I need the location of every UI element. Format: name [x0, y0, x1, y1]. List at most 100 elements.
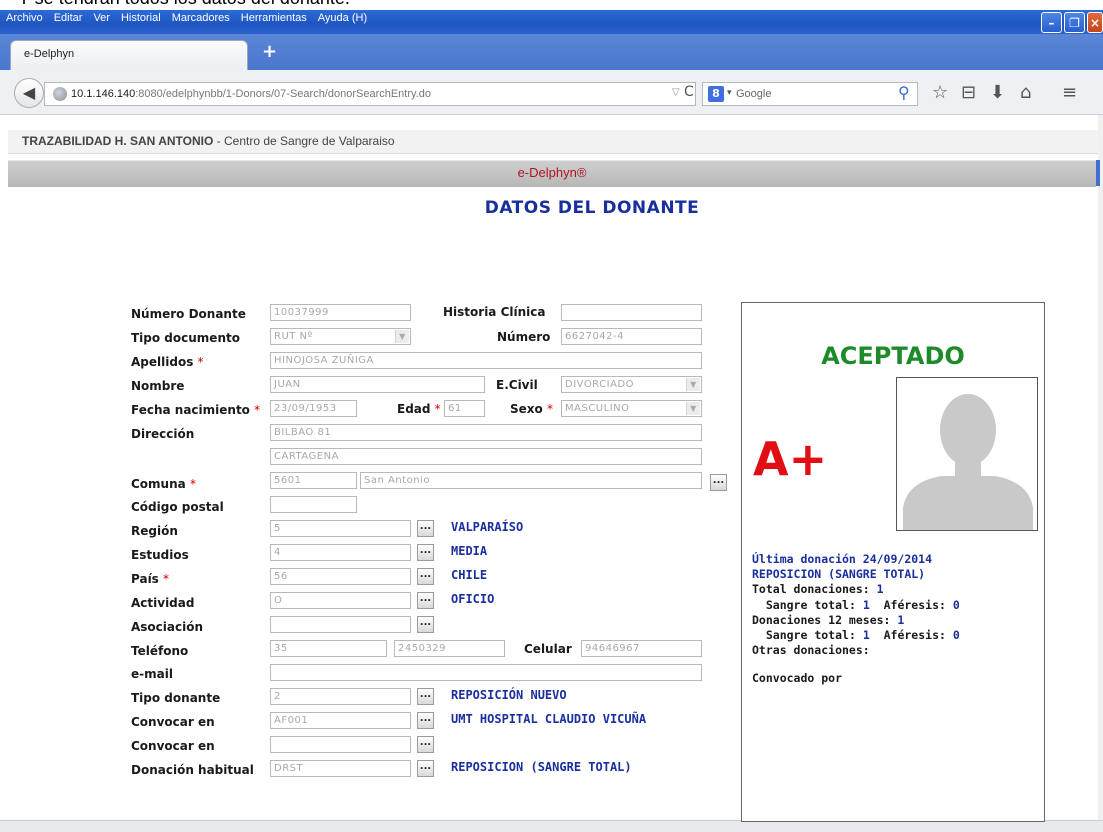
- magnifier-icon[interactable]: ⚲: [898, 83, 910, 102]
- menu-marcadores[interactable]: Marcadores: [172, 12, 230, 24]
- tipo-documento-select[interactable]: RUT Nº ▼: [270, 328, 411, 345]
- ecivil-select[interactable]: DIVORCIADO ▼: [561, 376, 702, 393]
- ultima-donacion-tipo: REPOSICION (SANGRE TOTAL): [752, 567, 926, 582]
- ultima-donacion: Última donación 24/09/2014: [752, 552, 933, 566]
- download-icon[interactable]: ⬇: [990, 82, 1005, 103]
- estudios-code-field[interactable]: 4: [270, 544, 411, 561]
- asociacion-lookup-button[interactable]: ...: [417, 616, 434, 633]
- required-mark: *: [546, 402, 553, 416]
- maximize-button[interactable]: ❐: [1064, 12, 1085, 33]
- sangre-total-label: Sangre total:: [765, 597, 856, 612]
- label-apellidos: Apellidos *: [131, 355, 204, 369]
- numero-documento-field[interactable]: 6627042-4: [561, 328, 702, 345]
- label-pais: País *: [131, 572, 169, 586]
- menu-ver[interactable]: Ver: [93, 12, 110, 24]
- menu-herramientas[interactable]: Herramientas: [241, 12, 307, 24]
- total-donaciones-label: Total donaciones:: [752, 582, 870, 597]
- minimize-button[interactable]: –: [1041, 12, 1062, 33]
- close-button[interactable]: ×: [1087, 12, 1103, 33]
- actividad-description: OFICIO: [451, 592, 495, 606]
- comuna-code-field[interactable]: 5601: [270, 472, 357, 489]
- donacion-habitual-code-field[interactable]: DRST: [270, 760, 411, 777]
- new-tab-button[interactable]: +: [262, 41, 277, 62]
- pais-lookup-button[interactable]: ...: [417, 568, 434, 585]
- back-button[interactable]: ◀: [14, 78, 44, 108]
- page-title: DATOS DEL DONANTE: [484, 198, 700, 218]
- actividad-code-field[interactable]: O: [270, 592, 411, 609]
- actividad-lookup-button[interactable]: ...: [417, 592, 434, 609]
- menu-archivo[interactable]: Archivo: [6, 12, 43, 24]
- history-dropdown-icon[interactable]: ▽: [672, 87, 680, 98]
- reload-icon[interactable]: C: [684, 84, 694, 100]
- chevron-down-icon: ▼: [686, 402, 700, 415]
- tipo-donante-code-field[interactable]: 2: [270, 688, 411, 705]
- sexo-value: MASCULINO: [565, 403, 630, 414]
- menu-ayuda[interactable]: Ayuda (H): [318, 12, 367, 24]
- donacion-habitual-lookup-button[interactable]: ...: [417, 760, 434, 777]
- pais-description: CHILE: [451, 568, 488, 582]
- convocar-1-code-field[interactable]: AF001: [270, 712, 411, 729]
- pais-code-field[interactable]: 56: [270, 568, 411, 585]
- home-icon[interactable]: ⌂: [1020, 82, 1031, 103]
- label-sexo-text: Sexo: [510, 402, 543, 416]
- comuna-lookup-button[interactable]: ...: [710, 474, 727, 491]
- total-breakdown-row: Sangre total: 1 Aféresis: 0: [752, 598, 960, 613]
- label-comuna: Comuna *: [131, 477, 196, 491]
- search-engine-dropdown-icon[interactable]: ▾: [727, 88, 732, 98]
- telefono-number-field[interactable]: 2450329: [394, 640, 505, 657]
- region-code-field[interactable]: 5: [270, 520, 411, 537]
- required-mark: *: [163, 572, 170, 586]
- search-box[interactable]: [702, 82, 918, 106]
- region-lookup-button[interactable]: ...: [417, 520, 434, 537]
- celular-field[interactable]: 94646967: [581, 640, 702, 657]
- convocar-1-lookup-button[interactable]: ...: [417, 712, 434, 729]
- menu-editar[interactable]: Editar: [54, 12, 83, 24]
- caption-text-strip: Y se tendrán todos los datos del donante…: [0, 0, 1103, 10]
- comuna-name-field[interactable]: San Antonio: [360, 472, 702, 489]
- estudios-lookup-button[interactable]: ...: [417, 544, 434, 561]
- label-sexo: Sexo *: [510, 402, 553, 416]
- required-mark: *: [254, 403, 261, 417]
- label-convocar-en-2: Convocar en: [131, 739, 215, 753]
- reading-list-icon[interactable]: ⊟: [961, 82, 976, 103]
- label-celular: Celular: [524, 642, 572, 656]
- telefono-area-field[interactable]: 35: [270, 640, 387, 657]
- site-title-bold: TRAZABILIDAD H. SAN ANTONIO: [22, 134, 214, 148]
- donacion-habitual-description: REPOSICION (SANGRE TOTAL): [451, 760, 632, 774]
- numero-donante-field[interactable]: 10037999: [270, 304, 411, 321]
- sexo-select[interactable]: MASCULINO ▼: [561, 400, 702, 417]
- google-search-engine-icon[interactable]: 8: [708, 86, 724, 102]
- menu-hamburger-icon[interactable]: ≡: [1062, 82, 1077, 103]
- caption-text: Y se tendrán todos los datos del donante…: [18, 0, 350, 9]
- label-historia-clinica: Historia Clínica: [443, 305, 546, 319]
- address-text: 10.1.146.140:8080/edelphynbb/1-Donors/07…: [71, 88, 431, 100]
- app-name: e-Delphyn®: [517, 165, 587, 180]
- chevron-down-icon: ▼: [686, 378, 700, 391]
- label-telefono: Teléfono: [131, 644, 189, 658]
- vertical-scrollbar[interactable]: [1098, 115, 1103, 820]
- menu-bar: Archivo Editar Ver Historial Marcadores Herra…: [6, 12, 378, 24]
- label-direccion: Dirección: [131, 427, 195, 441]
- sangre-total-12-value: 1: [862, 628, 870, 643]
- convocar-2-code-field[interactable]: [270, 736, 411, 753]
- asociacion-code-field[interactable]: [270, 616, 411, 633]
- label-numero-donante: Número Donante: [131, 307, 246, 321]
- tipo-donante-lookup-button[interactable]: ...: [417, 688, 434, 705]
- globe-icon: [53, 87, 67, 101]
- donor-photo: [896, 377, 1038, 531]
- menu-historial[interactable]: Historial: [121, 12, 161, 24]
- nombre-field[interactable]: JUAN: [270, 376, 485, 393]
- email-field[interactable]: [270, 664, 702, 681]
- apellidos-field[interactable]: HINOJOSA ZUÑIGA: [270, 352, 702, 369]
- total-donaciones-row: Total donaciones: 1: [752, 582, 960, 597]
- direccion-line2-field[interactable]: CARTAGENA: [270, 448, 702, 465]
- historia-clinica-field[interactable]: [561, 304, 702, 321]
- edad-field[interactable]: 61: [444, 400, 485, 417]
- bookmark-star-icon[interactable]: ☆: [932, 82, 948, 103]
- fecha-nacimiento-field[interactable]: 23/09/1953: [270, 400, 357, 417]
- convocar-2-lookup-button[interactable]: ...: [417, 736, 434, 753]
- codigo-postal-field[interactable]: [270, 496, 357, 513]
- direccion-line1-field[interactable]: BILBAO 81: [270, 424, 702, 441]
- donor-status: ACEPTADO: [821, 342, 965, 370]
- label-convocar-en-1: Convocar en: [131, 715, 215, 729]
